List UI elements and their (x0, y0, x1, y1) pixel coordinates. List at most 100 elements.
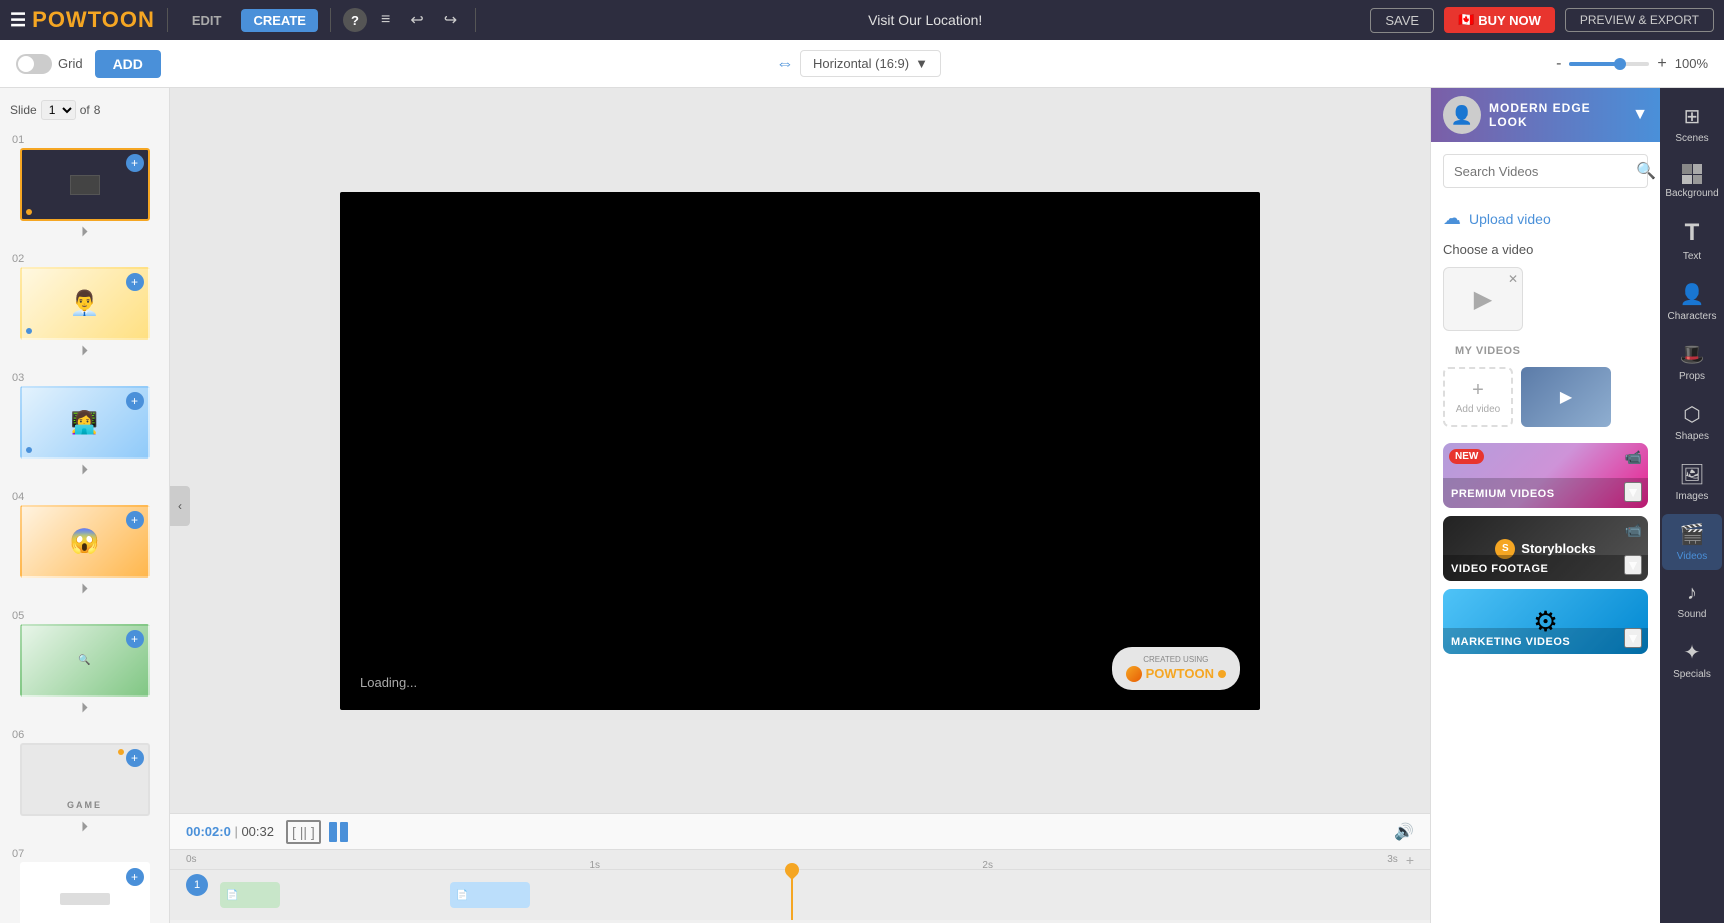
slide-add-button-7[interactable]: + (126, 868, 144, 886)
slide-item-2[interactable]: 02 👨‍💼 + ⏵ (0, 247, 169, 366)
slide-add-button-5[interactable]: + (126, 630, 144, 648)
theme-expand-button[interactable]: ▼ (1632, 106, 1648, 124)
undo-button[interactable]: ↩ (404, 8, 429, 32)
toolbar: Grid ADD ⇔ Horizontal (16:9) ▼ - + 100% (0, 40, 1724, 88)
slide-thumb-3[interactable]: 👩‍💻 + (20, 386, 150, 459)
slide-add-button-6[interactable]: + (126, 749, 144, 767)
scenes-button[interactable]: ⊞ Scenes (1662, 96, 1722, 152)
volume-button[interactable]: 🔊 (1394, 822, 1414, 842)
images-label: Images (1676, 491, 1709, 502)
marketing-label-area: MARKETING VIDEOS (1443, 628, 1648, 654)
images-icon: 🖼 (1679, 462, 1704, 487)
add-button[interactable]: ADD (95, 50, 161, 78)
search-input[interactable] (1454, 164, 1630, 179)
shapes-button[interactable]: ⬡ Shapes (1662, 394, 1722, 450)
text-label: Text (1683, 251, 1701, 262)
slide-ctrl-icon-2[interactable]: ⏵ (81, 342, 88, 359)
save-button[interactable]: SAVE (1370, 8, 1434, 33)
slide-ctrl-icon-5[interactable]: ⏵ (81, 699, 88, 716)
slide-thumb-4[interactable]: 😱 + (20, 505, 150, 578)
videos-icon: 🎬 (1680, 522, 1705, 547)
menu-icon[interactable]: ☰ (10, 10, 26, 31)
edit-button[interactable]: EDIT (180, 9, 234, 32)
images-button[interactable]: 🖼 Images (1662, 454, 1722, 510)
slide-thumb-7[interactable]: + (20, 862, 150, 923)
canvas-wrapper: Loading... CREATED USING POWTOON (170, 88, 1430, 813)
timeline: 00:02:0 | 00:32 [ || ] (170, 813, 1430, 923)
slide-thumb-2[interactable]: 👨‍💼 + (20, 267, 150, 340)
preview-export-button[interactable]: PREVIEW & EXPORT (1565, 8, 1714, 32)
specials-button[interactable]: ✦ Specials (1662, 632, 1722, 688)
text-icon: T (1685, 219, 1700, 247)
create-button[interactable]: CREATE (241, 9, 317, 32)
presentation-title: Visit Our Location! (488, 12, 1362, 28)
slide-item-7[interactable]: 07 + ⏵ (0, 842, 169, 923)
my-videos-grid: ▶ ✕ (1443, 267, 1648, 331)
premium-expand-button[interactable]: ▼ (1624, 482, 1642, 502)
timeline-block-1[interactable]: 📄 (220, 882, 280, 908)
pause-button[interactable]: [ || ] (286, 820, 321, 843)
characters-button[interactable]: 👤 Characters (1662, 274, 1722, 330)
slide-selector[interactable]: 12345678 (41, 100, 76, 120)
slide-thumb-5[interactable]: 🔍 + (20, 624, 150, 697)
topbar-divider-3 (475, 8, 476, 32)
videos-header: 🔍 (1431, 142, 1660, 200)
help-button[interactable]: ? (343, 8, 367, 32)
timeline-ruler: 0s 1s 2s 3s + (170, 850, 1430, 870)
props-button[interactable]: 🎩 Props (1662, 334, 1722, 390)
search-icon[interactable]: 🔍 (1636, 161, 1656, 181)
storyblocks-expand-button[interactable]: ▼ (1624, 555, 1642, 575)
choose-video-label: Choose a video (1443, 242, 1533, 257)
premium-videos-card[interactable]: NEW 📹 PREMIUM VIDEOS ▼ (1443, 443, 1648, 508)
sound-button[interactable]: ♪ Sound (1662, 574, 1722, 628)
marketing-card[interactable]: ⚙ MARKETING VIDEOS ▼ (1443, 589, 1648, 654)
logo-text: POWTOON (32, 7, 155, 33)
slide-item-5[interactable]: 05 🔍 + ⏵ (0, 604, 169, 723)
slide-ctrl-icon-6[interactable]: ⏵ (81, 818, 88, 835)
new-badge: NEW (1449, 449, 1484, 464)
slide-item-1[interactable]: 01 + ⏵ (0, 128, 169, 247)
zoom-in-button[interactable]: + (1657, 55, 1666, 73)
orientation-button[interactable]: Horizontal (16:9) ▼ (800, 50, 941, 77)
storyblocks-card[interactable]: S Storyblocks VIDEO FOOTAGE 📹 ▼ (1443, 516, 1648, 581)
timeline-block-2[interactable]: 📄 (450, 882, 530, 908)
videos-button[interactable]: 🎬 Videos (1662, 514, 1722, 570)
upload-video-button[interactable]: ☁ Upload video (1431, 200, 1660, 237)
grid-toggle-switch[interactable] (16, 54, 52, 74)
slide-ctrl-icon-3[interactable]: ⏵ (81, 461, 88, 478)
timeline-marker-1[interactable]: 1 (186, 874, 208, 896)
shapes-icon: ⬡ (1683, 402, 1700, 427)
notes-button[interactable]: ≡ (375, 9, 396, 31)
background-button[interactable]: Background (1662, 156, 1722, 207)
slide-add-button-3[interactable]: + (126, 392, 144, 410)
slide-item-4[interactable]: 04 😱 + ⏵ (0, 485, 169, 604)
slide-thumb-6[interactable]: GAME + (20, 743, 150, 816)
slide-ctrl-icon-1[interactable]: ⏵ (81, 223, 88, 240)
cam-icon-storyblocks: 📹 (1625, 522, 1642, 539)
premium-title: PREMIUM VIDEOS (1451, 488, 1555, 500)
close-preview-button[interactable]: ✕ (1508, 272, 1518, 286)
topbar-divider-2 (330, 8, 331, 32)
slide-add-button-2[interactable]: + (126, 273, 144, 291)
slide-item-3[interactable]: 03 👩‍💻 + ⏵ (0, 366, 169, 485)
characters-icon: 👤 (1680, 282, 1705, 307)
play-button[interactable] (329, 822, 348, 842)
buy-button[interactable]: 🇨🇦 BUY NOW (1444, 7, 1555, 33)
zoom-out-button[interactable]: - (1556, 55, 1561, 73)
slide-thumb-1[interactable]: + (20, 148, 150, 221)
video-thumb-1[interactable]: ▶ (1521, 367, 1611, 427)
text-button[interactable]: T Text (1662, 211, 1722, 270)
timeline-playhead (791, 870, 793, 920)
add-video-button[interactable]: + Add video (1443, 367, 1513, 427)
collapse-panel-button[interactable]: ‹ (170, 486, 190, 526)
marketing-expand-button[interactable]: ▼ (1624, 628, 1642, 648)
slide-ctrl-icon-4[interactable]: ⏵ (81, 580, 88, 597)
slide-add-button-4[interactable]: + (126, 511, 144, 529)
storyblocks-title: VIDEO FOOTAGE (1451, 563, 1548, 575)
slide-ctrl-1: ⏵ (81, 223, 88, 241)
timeline-zoom-in[interactable]: + (1406, 852, 1414, 868)
zoom-slider[interactable] (1569, 62, 1649, 66)
slide-add-button-1[interactable]: + (126, 154, 144, 172)
slide-item-6[interactable]: 06 GAME + ⏵ (0, 723, 169, 842)
redo-button[interactable]: ↪ (438, 8, 463, 32)
